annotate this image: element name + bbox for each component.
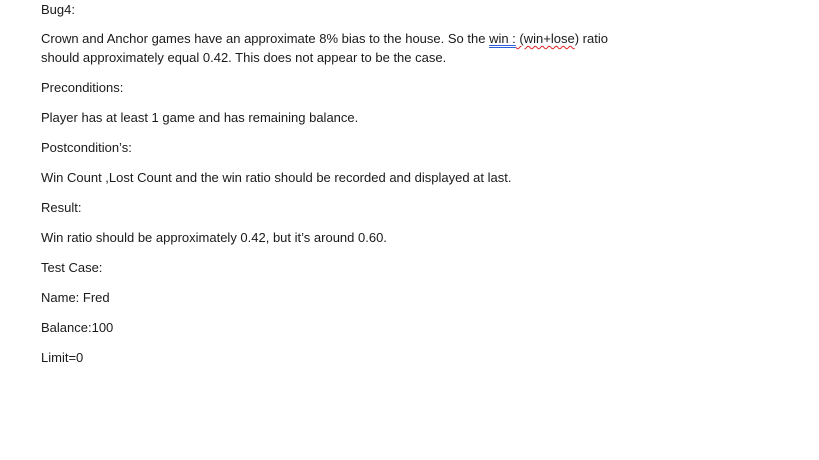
preconditions-text: Player has at least 1 game and has remai… [41,110,359,125]
postconditions-label: Postcondition’s: [41,140,132,155]
test-case-balance: Balance:100 [41,320,114,335]
test-case-label: Test Case: [41,260,103,275]
preconditions-label: Preconditions: [41,80,124,95]
spelling-flagged-term: (win+lose [515,31,575,46]
intro-line-2: should approximately equal 0.42. This do… [41,50,447,65]
intro-text-part-2: (win+ [515,31,551,46]
postconditions-text: Win Count ,Lost Count and the win ratio … [41,170,512,185]
intro-text-part-3: ) ratio [574,31,608,46]
document-page: Bug4: Crown and Anchor games have an app… [0,0,819,460]
result-text: Win ratio should be approximately 0.42, … [41,230,387,245]
bug-title: Bug4: [41,2,75,17]
test-case-name: Name: Fred [41,290,110,305]
intro-text-part-1: Crown and Anchor games have an approxima… [41,31,490,46]
lose-term: lose [550,31,575,46]
grammar-flagged-term: win : [489,31,516,46]
intro-line-1: Crown and Anchor games have an approxima… [41,30,608,48]
result-label: Result: [41,200,82,215]
test-case-limit: Limit=0 [41,350,84,365]
